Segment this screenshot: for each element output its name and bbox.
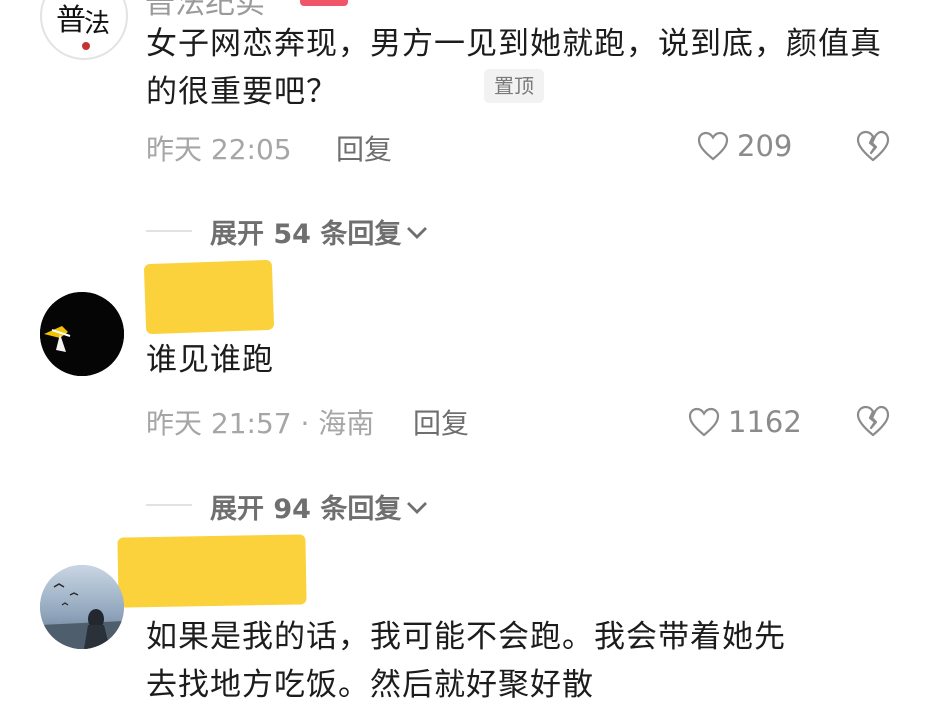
heart-icon (697, 131, 729, 161)
divider-line (146, 504, 192, 506)
dislike-button[interactable] (856, 405, 890, 441)
expand-replies-label: 展开 94 条回复 (210, 494, 402, 525)
svg-text:法: 法 (84, 9, 110, 39)
chevron-down-icon (407, 226, 428, 239)
avatar[interactable] (40, 292, 124, 376)
avatar[interactable] (40, 565, 124, 649)
broken-heart-icon (856, 130, 890, 162)
like-button[interactable]: 1162 (688, 404, 802, 440)
username[interactable]: 普法纪实 (145, 0, 265, 22)
broken-heart-icon (856, 405, 890, 437)
like-button[interactable]: 209 (697, 128, 792, 164)
author-badge (300, 0, 348, 6)
username-redaction (143, 259, 275, 335)
username-redaction (117, 534, 307, 608)
expand-replies-label: 展开 54 条回复 (210, 219, 402, 250)
like-count: 209 (737, 129, 793, 163)
divider-line (146, 230, 192, 232)
like-count: 1162 (728, 405, 802, 439)
landscape-avatar-icon (40, 565, 124, 649)
comment-time: 昨天 22:05 (146, 133, 292, 166)
avatar[interactable]: 普 法 (40, 0, 128, 60)
svg-text:普: 普 (56, 3, 86, 38)
reply-button[interactable]: 回复 (413, 402, 469, 442)
expand-replies-button[interactable]: 展开 54 条回复 (210, 212, 429, 251)
comment-time-location: 昨天 21:57 · 海南 (146, 407, 375, 440)
expand-replies-button[interactable]: 展开 94 条回复 (210, 487, 429, 526)
dislike-button[interactable] (856, 130, 890, 166)
comment-text: 如果是我的话，我可能不会跑。我会带着她先 去找地方吃饭。然后就好聚好散 (146, 619, 786, 703)
pinned-badge: 置顶 (484, 69, 544, 103)
black-avatar-icon (40, 292, 124, 376)
heart-icon (688, 407, 720, 437)
chevron-down-icon (407, 501, 428, 514)
reply-button[interactable]: 回复 (336, 128, 392, 168)
pufa-logo-icon: 普 法 (43, 0, 125, 57)
comment-text: 谁见谁跑 (146, 342, 274, 378)
